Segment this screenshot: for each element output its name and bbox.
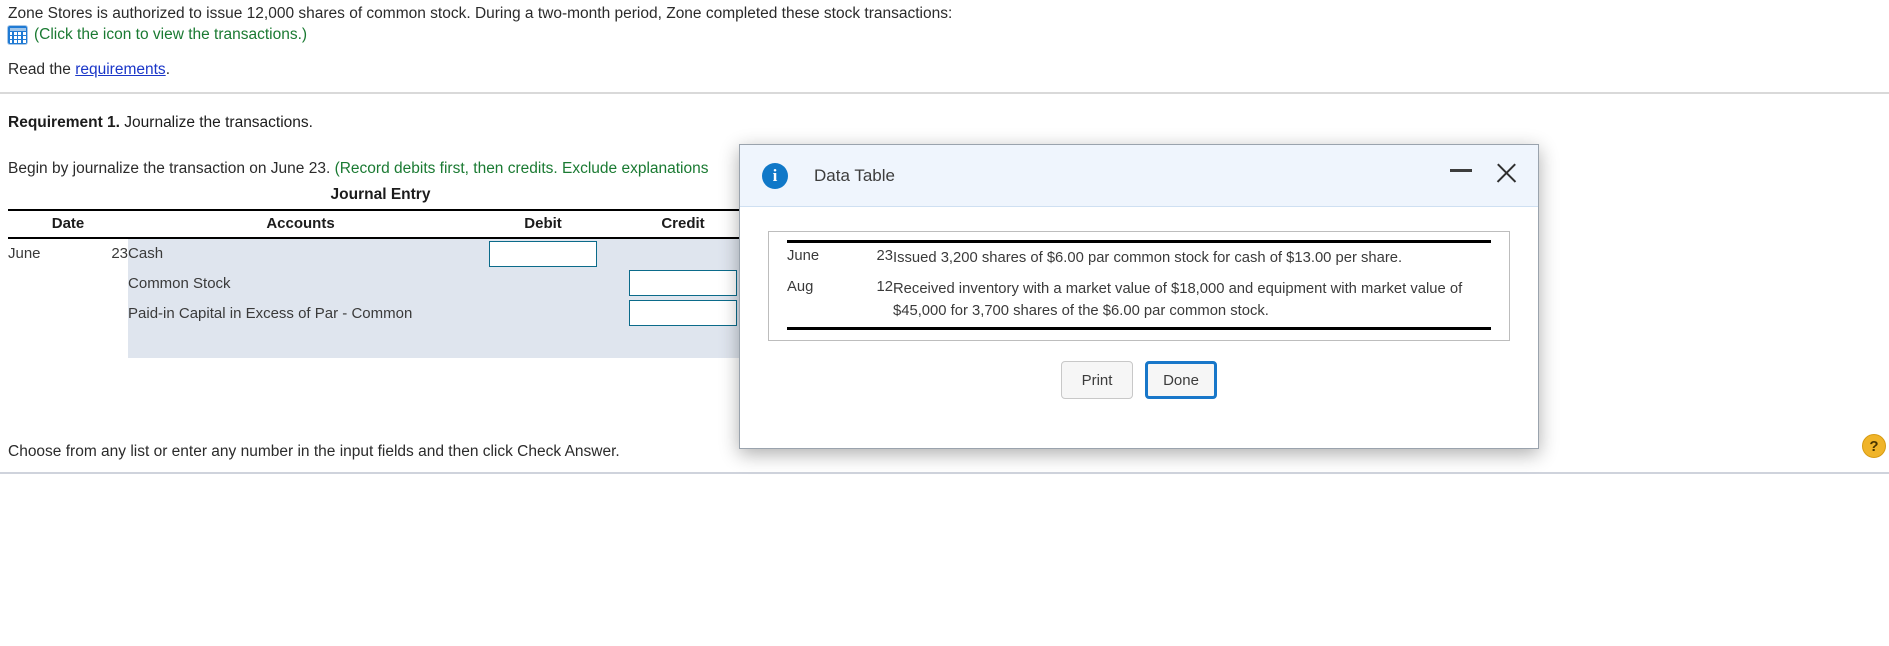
dt-day: 12 <box>849 274 893 331</box>
row-month <box>8 298 80 328</box>
row-month <box>8 328 80 358</box>
debit-input[interactable] <box>489 240 598 267</box>
dt-month: Aug <box>787 274 849 331</box>
dialog-actions: Print Done <box>768 361 1510 400</box>
data-table-frame: June 23 Issued 3,200 shares of $6.00 par… <box>768 231 1510 342</box>
bottom-toolbar: 2 parts remaining Clear All Check Answer <box>0 474 1889 646</box>
row-credit-cell <box>613 268 754 298</box>
dialog-body: June 23 Issued 3,200 shares of $6.00 par… <box>740 207 1538 400</box>
row-debit-cell <box>473 238 614 268</box>
requirement-label: Requirement 1. <box>8 114 120 131</box>
read-prefix: Read the <box>8 61 76 78</box>
credit-input[interactable] <box>629 270 738 296</box>
header-date: Date <box>8 209 129 239</box>
row-day: 23 <box>111 245 129 262</box>
close-icon[interactable] <box>1492 159 1520 187</box>
requirement-heading: Requirement 1. Journalize the transactio… <box>8 114 313 132</box>
row-month <box>8 268 80 298</box>
dt-description: Issued 3,200 shares of $6.00 par common … <box>893 240 1491 275</box>
row-debit-cell <box>473 268 614 298</box>
row-debit-cell <box>473 298 614 328</box>
journal-header-row: Date Accounts Debit Credit <box>8 209 754 239</box>
row-account: Cash <box>128 238 474 268</box>
read-suffix: . <box>165 61 170 78</box>
dialog-title: Data Table <box>814 165 895 185</box>
header-debit: Debit <box>473 209 614 239</box>
row-day <box>80 268 128 298</box>
dt-month: June <box>787 240 849 275</box>
dialog-header: i Data Table <box>740 145 1538 207</box>
row-day <box>80 298 128 328</box>
table-row: June 23 Cash <box>8 238 754 268</box>
done-button[interactable]: Done <box>1145 361 1217 400</box>
begin-instruction: Begin by journalize the transaction on J… <box>8 160 709 178</box>
info-icon: i <box>762 162 788 189</box>
view-transactions-link[interactable]: (Click the icon to view the transactions… <box>34 26 307 44</box>
problem-intro: Zone Stores is authorized to issue 12,00… <box>8 5 953 22</box>
data-table-icon[interactable] <box>8 26 27 44</box>
row-account: Paid-in Capital in Excess of Par - Commo… <box>128 298 474 328</box>
requirements-link[interactable]: requirements <box>75 61 165 78</box>
journal-entry-title: Journal Entry <box>330 186 431 203</box>
table-row: Common Stock <box>8 268 754 298</box>
begin-hint: (Record debits first, then credits. Excl… <box>334 160 709 177</box>
table-row <box>8 328 754 358</box>
divider-top <box>0 92 1889 94</box>
table-row: Paid-in Capital in Excess of Par - Commo… <box>8 298 754 328</box>
table-row: Aug 12 Received inventory with a market … <box>787 274 1491 331</box>
begin-text: Begin by journalize the transaction on J… <box>8 160 335 177</box>
dt-day: 23 <box>849 240 893 275</box>
row-credit-cell <box>613 328 754 358</box>
read-requirements-line: Read the requirements. <box>8 61 170 79</box>
requirement-text: Journalize the transactions. <box>119 114 313 131</box>
minimize-icon[interactable] <box>1450 169 1472 172</box>
credit-input[interactable] <box>629 300 738 326</box>
header-credit: Credit <box>613 209 754 239</box>
row-credit-cell <box>613 238 754 268</box>
exercise-page: Zone Stores is authorized to issue 12,00… <box>0 0 1889 646</box>
data-table-dialog: i Data Table June 23 Issued 3,200 shares… <box>739 144 1539 449</box>
help-button[interactable]: ? <box>1862 434 1886 458</box>
transactions-icon-line[interactable]: (Click the icon to view the transactions… <box>8 26 307 44</box>
row-account: Common Stock <box>128 268 474 298</box>
row-account <box>128 328 474 358</box>
row-day <box>80 328 128 358</box>
table-row: June 23 Issued 3,200 shares of $6.00 par… <box>787 240 1491 275</box>
row-month: June <box>8 245 41 262</box>
row-credit-cell <box>613 298 754 328</box>
print-button[interactable]: Print <box>1061 361 1133 400</box>
bottom-hint: Choose from any list or enter any number… <box>8 443 620 460</box>
row-debit-cell <box>473 328 614 358</box>
header-accounts: Accounts <box>128 209 474 239</box>
dt-description: Received inventory with a market value o… <box>893 274 1491 331</box>
